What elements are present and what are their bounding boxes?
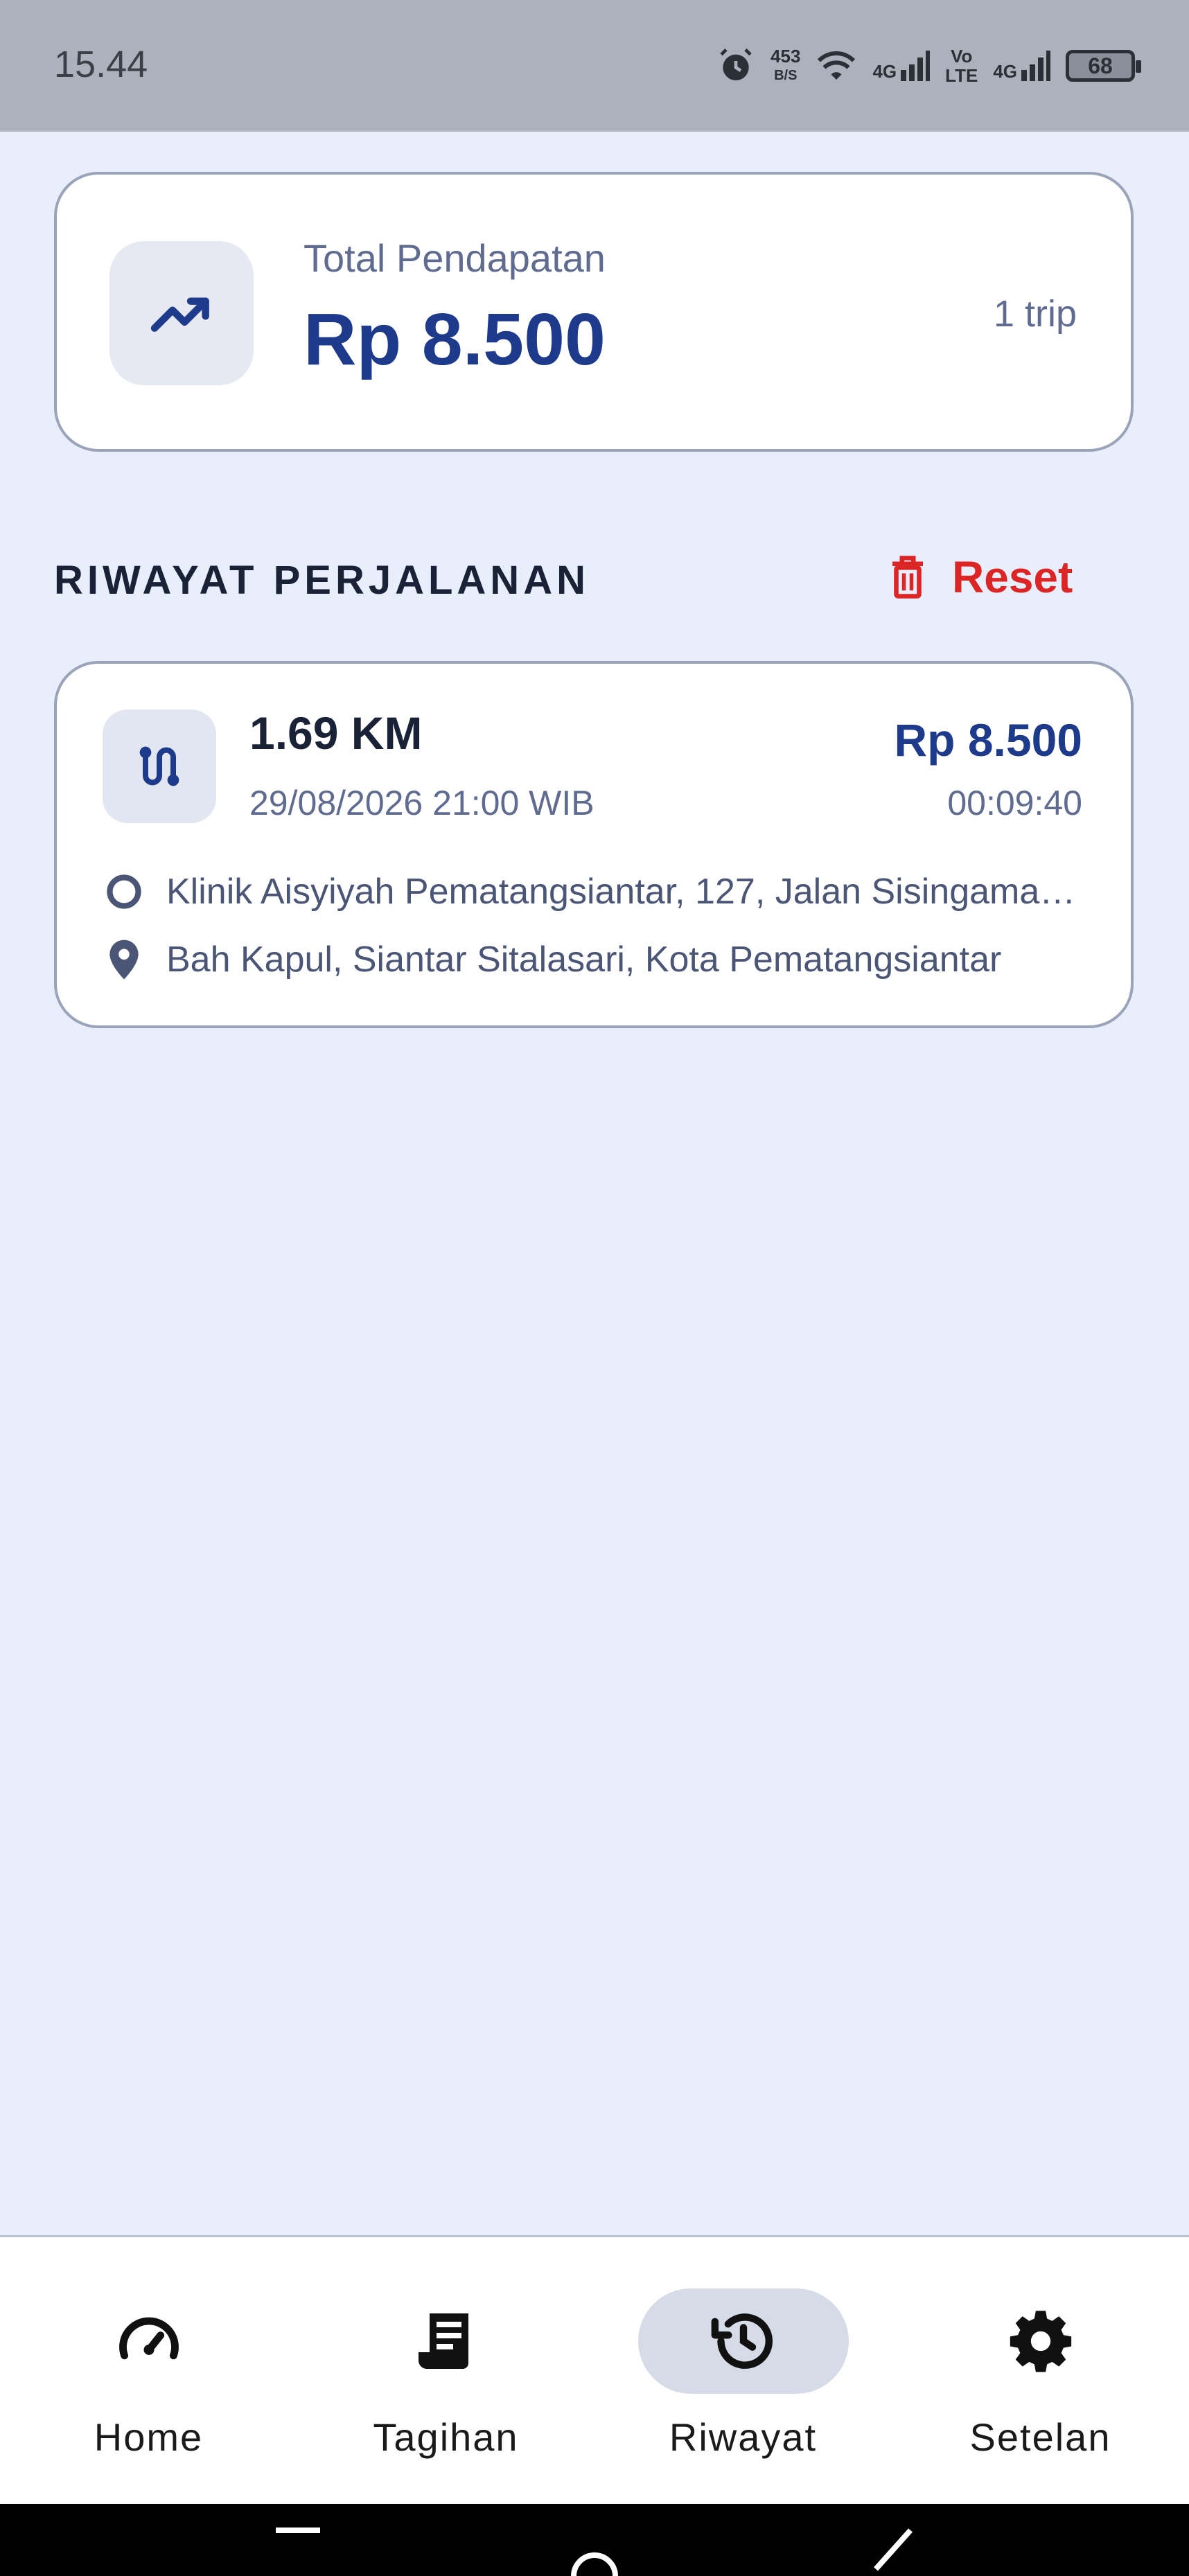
trip-card[interactable]: 1.69 KM 29/08/2026 21:00 WIB Rp 8.500 00…: [54, 661, 1134, 1028]
speedometer-icon: [118, 2317, 179, 2360]
net-speed: 453 B/S: [770, 46, 801, 83]
section-title: RIWAYAT PERJALANAN: [54, 558, 590, 603]
signal-bars-icon: [901, 51, 931, 81]
nav-setelan[interactable]: Setelan: [892, 2237, 1189, 2506]
recent-apps-icon[interactable]: [276, 2528, 320, 2555]
nav-home-pill: [44, 2288, 254, 2394]
alarm-icon: [720, 48, 752, 80]
reset-button[interactable]: Reset: [888, 552, 1073, 603]
trip-distance: 1.69 KM: [249, 707, 423, 759]
nav-setelan-pill: [935, 2288, 1146, 2394]
trash-icon: [892, 556, 923, 599]
gear-icon: [1010, 2311, 1071, 2372]
trip-duration: 00:09:40: [947, 784, 1082, 822]
bottom-navigation: Home Tagihan Riwayat Setelan: [0, 2235, 1189, 2504]
reset-label: Reset: [952, 552, 1073, 602]
earnings-value: Rp 8.500: [303, 299, 606, 380]
nav-tagihan[interactable]: Tagihan: [297, 2237, 594, 2506]
earnings-summary-card: Total Pendapatan Rp 8.500 1 trip: [54, 172, 1134, 452]
system-navigation-bar: [0, 2504, 1189, 2576]
trip-origin: Klinik Aisyiyah Pematangsiantar, 127, Ja…: [103, 870, 1086, 913]
destination-address: Bah Kapul, Siantar Sitalasari, Kota Pema…: [166, 939, 1002, 980]
home-circle-icon[interactable]: [570, 2529, 619, 2576]
nav-tagihan-label: Tagihan: [373, 2415, 519, 2459]
signal-2: 4G: [993, 51, 1050, 81]
status-time: 15.44: [54, 44, 148, 85]
trip-count: 1 trip: [993, 293, 1077, 335]
trip-price: Rp 8.500: [894, 714, 1082, 766]
wifi-icon: [818, 51, 856, 80]
earnings-label: Total Pendapatan: [303, 236, 606, 280]
battery-icon: 68: [1066, 50, 1141, 82]
status-bar: 15.44 453 B/S 4G Vo LTE 4G 68: [0, 0, 1189, 132]
back-icon[interactable]: [872, 2528, 913, 2576]
trip-destination: Bah Kapul, Siantar Sitalasari, Kota Pema…: [103, 938, 1086, 981]
nav-riwayat[interactable]: Riwayat: [594, 2237, 892, 2506]
nav-home[interactable]: Home: [0, 2237, 297, 2506]
signal-bars-icon: [1021, 51, 1050, 81]
location-pin-icon: [103, 938, 146, 981]
signal-1: 4G: [872, 51, 931, 81]
trip-datetime: 29/08/2026 21:00 WIB: [249, 784, 594, 822]
trending-up-icon: [109, 241, 254, 385]
history-icon: [711, 2313, 773, 2369]
nav-riwayat-pill: [637, 2288, 849, 2394]
nav-home-label: Home: [94, 2415, 204, 2459]
nav-setelan-label: Setelan: [969, 2415, 1111, 2459]
volte-indicator: Vo LTE: [945, 46, 978, 86]
origin-circle-icon: [103, 870, 146, 913]
status-icons: 453 B/S 4G Vo LTE 4G 68: [716, 35, 1141, 97]
nav-tagihan-pill: [341, 2288, 552, 2394]
nav-riwayat-label: Riwayat: [669, 2415, 818, 2459]
origin-address: Klinik Aisyiyah Pematangsiantar, 127, Ja…: [166, 872, 1086, 912]
route-icon: [103, 709, 216, 823]
receipt-icon: [418, 2313, 468, 2369]
